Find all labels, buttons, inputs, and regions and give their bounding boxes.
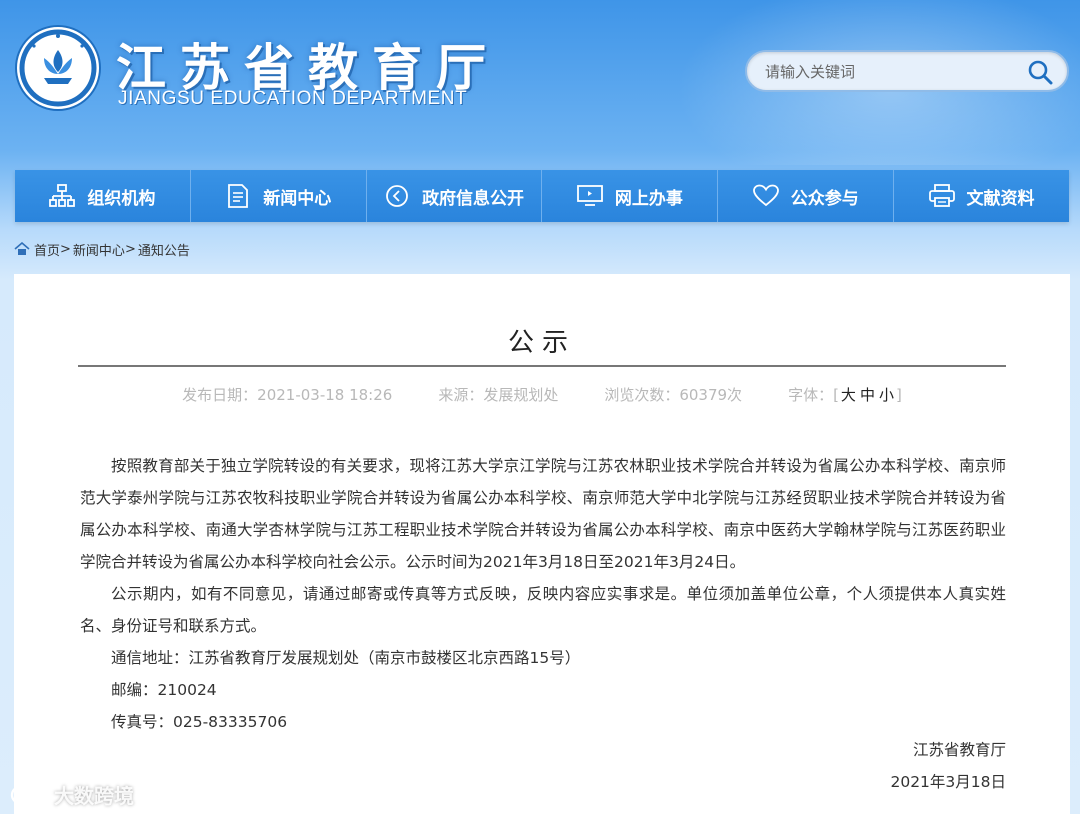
- nav-label: 网上办事: [614, 188, 683, 209]
- nav-item-public[interactable]: 公众参与: [718, 170, 895, 222]
- article-meta: 发布日期：2021-03-18 18:26 来源：发展规划处 浏览次数：6037…: [14, 384, 1070, 405]
- font-size-label: 字体：[: [788, 386, 839, 404]
- breadcrumb: 首页 > 新闻中心 > 通知公告: [14, 239, 190, 259]
- view-count: 浏览次数：60379次: [604, 386, 743, 404]
- nav-item-docs[interactable]: 文献资料: [894, 170, 1069, 222]
- search-input[interactable]: [765, 60, 1015, 84]
- breadcrumb-home-link[interactable]: 首页: [34, 240, 60, 259]
- article-body: 按照教育部关于独立学院转设的有关要求，现将江苏大学京江学院与江苏农林职业技术学院…: [80, 450, 1006, 738]
- article-signature: 江苏省教育厅 2021年3月18日: [890, 734, 1006, 798]
- watermark: 大数跨境: [10, 780, 134, 809]
- nav-item-news[interactable]: 新闻中心: [190, 170, 367, 222]
- circle-arrow-icon: [384, 183, 410, 209]
- contact-fax: 传真号：025-83335706: [111, 713, 288, 731]
- search-icon[interactable]: [1027, 59, 1053, 85]
- article-source: 来源：发展规划处: [438, 386, 559, 404]
- font-large-button[interactable]: 大: [839, 386, 858, 404]
- breadcrumb-notice-link[interactable]: 通知公告: [138, 240, 190, 259]
- signer-name: 江苏省教育厅: [912, 741, 1006, 759]
- monitor-icon: [576, 183, 603, 209]
- article-paragraph: 公示期内，如有不同意见，请通过邮寄或传真等方式反映，反映内容应实事求是。单位须加…: [80, 585, 1006, 635]
- breadcrumb-news-link[interactable]: 新闻中心: [73, 240, 125, 259]
- article-paragraph: 按照教育部关于独立学院转设的有关要求，现将江苏大学京江学院与江苏农林职业技术学院…: [80, 457, 1006, 571]
- watermark-logo-icon: [10, 785, 46, 804]
- article-title: 公示: [507, 328, 576, 358]
- site-subtitle: JIANGSU EDUCATION DEPARTMENT: [118, 88, 468, 109]
- printer-icon: [928, 183, 955, 209]
- heart-icon: [752, 183, 779, 209]
- nav-label: 公众参与: [790, 188, 859, 209]
- contact-address: 通信地址：江苏省教育厅发展规划处（南京市鼓楼区北京西路15号）: [111, 649, 581, 667]
- font-medium-button[interactable]: 中: [858, 386, 877, 404]
- font-small-button[interactable]: 小: [877, 386, 896, 404]
- nav-item-org[interactable]: 组织机构: [15, 170, 191, 222]
- nav-label: 文献资料: [966, 188, 1035, 209]
- home-icon: [14, 242, 30, 255]
- breadcrumb-separator: >: [60, 241, 71, 257]
- main-nav: 组织机构 新闻中心 政府信息公开 网上办事 公众参与 文献资料: [15, 170, 1069, 222]
- nav-label: 组织机构: [87, 188, 156, 209]
- publish-date: 发布日期：2021-03-18 18:26: [182, 386, 393, 404]
- nav-label: 政府信息公开: [422, 188, 525, 209]
- font-size-control: 字体：[大中小]: [788, 384, 902, 405]
- title-divider: [78, 365, 1006, 367]
- sign-date: 2021年3月18日: [890, 773, 1006, 791]
- site-logo-icon[interactable]: [14, 24, 102, 112]
- contact-postcode: 邮编：210024: [111, 681, 217, 699]
- nav-item-gov-info[interactable]: 政府信息公开: [366, 170, 543, 222]
- watermark-text: 大数跨境: [54, 784, 134, 808]
- article-container: 公示 发布日期：2021-03-18 18:26 来源：发展规划处 浏览次数：6…: [14, 274, 1070, 814]
- site-header: 江苏省教育厅 JIANGSU EDUCATION DEPARTMENT: [0, 0, 1080, 165]
- document-icon: [225, 183, 251, 209]
- nav-label: 新闻中心: [263, 188, 332, 209]
- font-size-close: ]: [895, 386, 902, 404]
- search-box: [745, 50, 1069, 92]
- org-chart-icon: [49, 183, 76, 209]
- breadcrumb-separator: >: [124, 241, 136, 257]
- nav-item-online-service[interactable]: 网上办事: [542, 170, 719, 222]
